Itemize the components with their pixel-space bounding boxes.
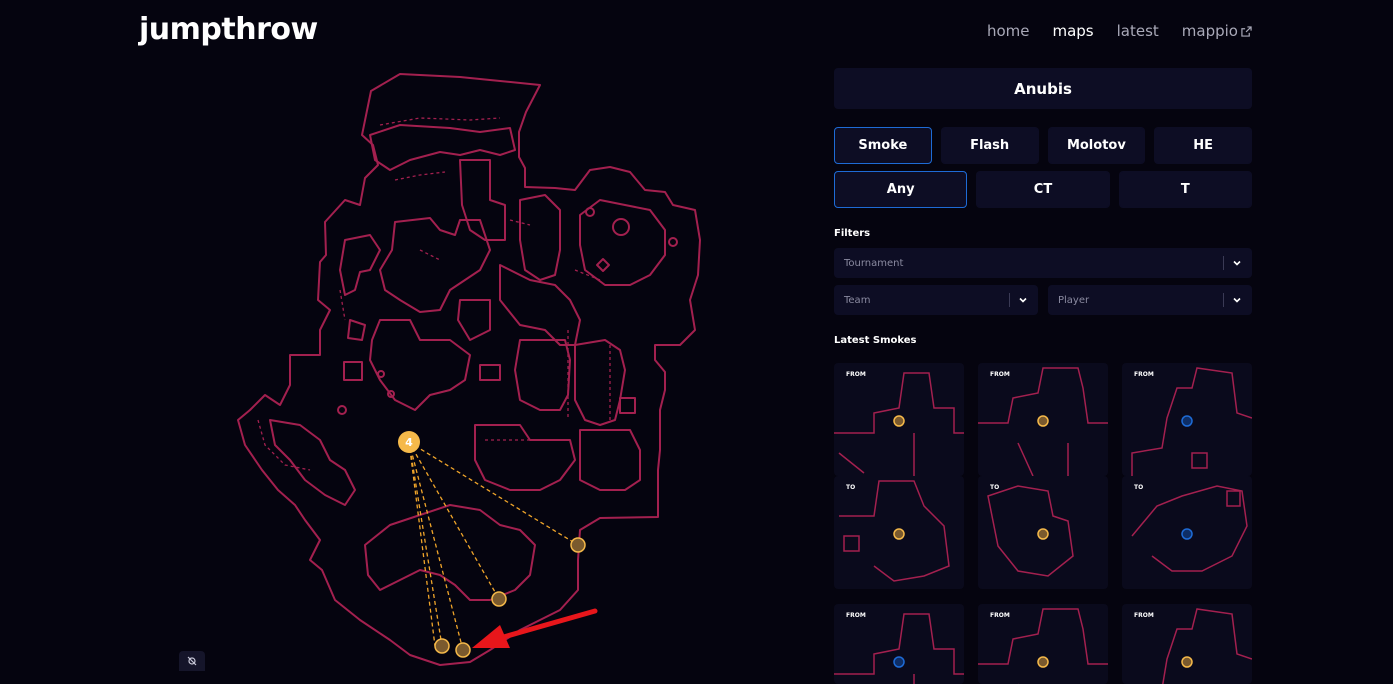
thumbnail-marker (1181, 656, 1193, 668)
thumbnail-marker (1037, 656, 1049, 668)
tab-smoke[interactable]: Smoke (834, 127, 932, 164)
team-select[interactable]: Team (834, 285, 1038, 315)
external-link-icon (1241, 25, 1252, 37)
tab-t[interactable]: T (1118, 171, 1252, 208)
landing-marker[interactable] (455, 642, 471, 658)
landing-marker[interactable] (570, 537, 586, 553)
smoke-thumbnail[interactable]: FROM (834, 363, 964, 476)
select-divider (1223, 293, 1224, 307)
landing-marker[interactable] (491, 591, 507, 607)
side-panel: Anubis Smoke Flash Molotov HE Any CT T F… (834, 68, 1252, 346)
focus-icon (187, 656, 197, 666)
smoke-thumbnail[interactable]: FROM (978, 604, 1108, 684)
grenade-type-tabs: Smoke Flash Molotov HE (834, 127, 1252, 164)
select-divider (1009, 293, 1010, 307)
thumbnail-map (1131, 485, 1248, 572)
thumbnail-marker (893, 415, 905, 427)
thumbnail-map (834, 372, 964, 476)
thumbnail-marker (893, 528, 905, 540)
tab-he[interactable]: HE (1154, 127, 1252, 164)
thumbnail-tag: FROM (1134, 371, 1154, 378)
smoke-thumbnail[interactable]: TO (978, 476, 1108, 589)
cluster-count: 4 (405, 436, 413, 449)
red-arrow-annotation (472, 608, 598, 648)
tab-flash[interactable]: Flash (940, 127, 1039, 164)
nav-mappio[interactable]: mappio (1182, 22, 1252, 40)
thumbnail-map (987, 485, 1074, 577)
thumbnail-map (978, 367, 1108, 476)
smoke-thumbnail[interactable]: TO (834, 476, 964, 589)
nav-home[interactable]: home (987, 22, 1030, 40)
map-name[interactable]: Anubis (834, 68, 1252, 109)
tab-molotov[interactable]: Molotov (1047, 127, 1146, 164)
thumbnail-tag: FROM (990, 612, 1010, 619)
player-placeholder: Player (1058, 294, 1090, 306)
throw-lines (408, 441, 579, 651)
team-placeholder: Team (844, 294, 871, 306)
thumbnail-marker (1037, 528, 1049, 540)
throw-cluster-marker[interactable]: 4 (398, 431, 420, 453)
latest-smokes-heading: Latest Smokes (834, 335, 917, 346)
select-divider (1223, 256, 1224, 270)
side-tabs: Any CT T (834, 171, 1252, 208)
thumbnail-tag: FROM (846, 371, 866, 378)
smoke-thumbnail[interactable]: FROM (1122, 604, 1252, 684)
smoke-thumbnail[interactable]: FROM (978, 363, 1108, 476)
player-select[interactable]: Player (1048, 285, 1252, 315)
smoke-thumbnail[interactable]: FROM (1122, 363, 1252, 476)
thumbnail-tag: TO (1134, 484, 1144, 491)
thumbnail-marker (1181, 528, 1193, 540)
thumbnail-tag: TO (990, 484, 1000, 491)
tournament-placeholder: Tournament (844, 257, 904, 269)
chevron-down-icon (1233, 297, 1241, 303)
thumbnail-marker (1181, 415, 1193, 427)
tab-any[interactable]: Any (834, 171, 968, 208)
nav-latest[interactable]: latest (1117, 22, 1159, 40)
fullscreen-button[interactable] (179, 651, 205, 671)
smoke-thumbnail[interactable]: FROM (834, 604, 964, 684)
smoke-thumbnail[interactable]: TO (1122, 476, 1252, 589)
thumbnail-tag: TO (846, 484, 856, 491)
map-dashed-lines (257, 117, 611, 471)
thumbnail-marker (893, 656, 905, 668)
landing-marker[interactable] (434, 638, 450, 654)
thumbnail-tag: FROM (1134, 612, 1154, 619)
tournament-select[interactable]: Tournament (834, 248, 1252, 278)
filters-heading: Filters (834, 228, 871, 239)
thumbnail-map (1131, 367, 1252, 476)
top-nav: home maps latest mappio (987, 22, 1252, 40)
thumbnail-marker (1037, 415, 1049, 427)
nav-maps[interactable]: maps (1052, 22, 1093, 40)
chevron-down-icon (1233, 260, 1241, 266)
chevron-down-icon (1019, 297, 1027, 303)
tab-ct[interactable]: CT (976, 171, 1110, 208)
thumbnail-tag: FROM (990, 371, 1010, 378)
map-outline (237, 73, 701, 666)
thumbnail-map (839, 480, 950, 582)
map-canvas[interactable]: 4 (0, 0, 800, 671)
thumbnail-tag: FROM (846, 612, 866, 619)
